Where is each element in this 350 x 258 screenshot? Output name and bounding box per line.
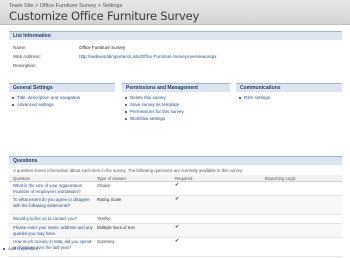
- question-text[interactable]: To what extent do you agree or disagree …: [13, 197, 93, 208]
- questions-heading: Questions: [9, 156, 342, 165]
- title-area: Team Site > Office Furniture Survey > Se…: [0, 0, 350, 25]
- question-text[interactable]: Please enter your name, address and any …: [13, 225, 93, 236]
- bullet-icon: [125, 97, 127, 99]
- table-row[interactable]: Would you like us to contact you? Yes/No: [9, 215, 342, 224]
- communications-heading: Communications: [236, 83, 342, 92]
- questions-table: Question Type of answer Required Branchi…: [9, 175, 342, 257]
- link-workflow-settings[interactable]: Workflow settings: [124, 116, 230, 123]
- permissions-heading: Permissions and Management: [122, 83, 230, 92]
- question-type: Currency: [97, 239, 115, 244]
- questions-table-header: Question Type of answer Required Branchi…: [9, 175, 342, 182]
- table-row[interactable]: What is the size of your organization (N…: [9, 182, 342, 196]
- name-value: Office Furniture Survey: [79, 45, 126, 50]
- bullet-icon: [12, 104, 14, 106]
- link-rss-settings[interactable]: RSS settings: [238, 95, 342, 102]
- column-required: Required: [175, 176, 193, 181]
- general-settings-heading: General Settings: [9, 83, 115, 92]
- link-permissions[interactable]: Permissions for this survey: [124, 109, 230, 116]
- table-row[interactable]: Please enter your name, address and any …: [9, 224, 342, 238]
- general-settings-links: Title, description and navigation Advanc…: [11, 95, 115, 109]
- bullet-icon: [125, 104, 127, 106]
- question-type: Rating Scale: [97, 197, 122, 202]
- column-type: Type of answer: [97, 176, 127, 181]
- name-label: Name:: [13, 45, 27, 50]
- question-type: Multiple lines of text: [97, 225, 135, 230]
- link-advanced-settings[interactable]: Advanced settings: [11, 102, 115, 109]
- question-type: Yes/No: [97, 216, 111, 221]
- required-check-icon: ✔: [175, 196, 180, 202]
- bullet-icon: [3, 248, 5, 250]
- web-address-label: Web Address:: [13, 54, 41, 59]
- table-row[interactable]: To what extent do you agree or disagree …: [9, 196, 342, 215]
- bullet-icon: [12, 97, 14, 99]
- column-branching: Branching Logic: [265, 176, 296, 181]
- question-text[interactable]: What is the size of your organization (N…: [13, 183, 93, 194]
- web-address-value[interactable]: http://wideworldimporters/Lists/Office F…: [79, 54, 216, 59]
- settings-content: List Information Name: Office Furniture …: [9, 31, 342, 257]
- bullet-icon: [125, 118, 127, 120]
- required-check-icon: ✔: [175, 238, 180, 244]
- required-check-icon: ✔: [175, 182, 180, 188]
- column-question: Question: [13, 176, 31, 181]
- bullet-icon: [125, 111, 127, 113]
- communications-links: RSS settings: [238, 95, 342, 102]
- add-question-link[interactable]: Add a question: [3, 246, 38, 251]
- questions-description: A question stores information about each…: [13, 168, 244, 173]
- page-title: Customize Office Furniture Survey: [9, 9, 200, 23]
- table-row[interactable]: How much money, in total, did you spend …: [9, 238, 342, 257]
- link-save-as-template[interactable]: Save survey as template: [124, 102, 230, 109]
- bullet-icon: [239, 97, 241, 99]
- permissions-links: Delete this survey Save survey as templa…: [124, 95, 230, 123]
- description-label: Description:: [13, 63, 37, 68]
- link-title-description-navigation[interactable]: Title, description and navigation: [11, 95, 115, 102]
- list-information-heading: List Information: [9, 31, 342, 40]
- required-check-icon: ✔: [175, 224, 180, 230]
- question-type: Choice: [97, 183, 111, 188]
- link-delete-survey[interactable]: Delete this survey: [124, 95, 230, 102]
